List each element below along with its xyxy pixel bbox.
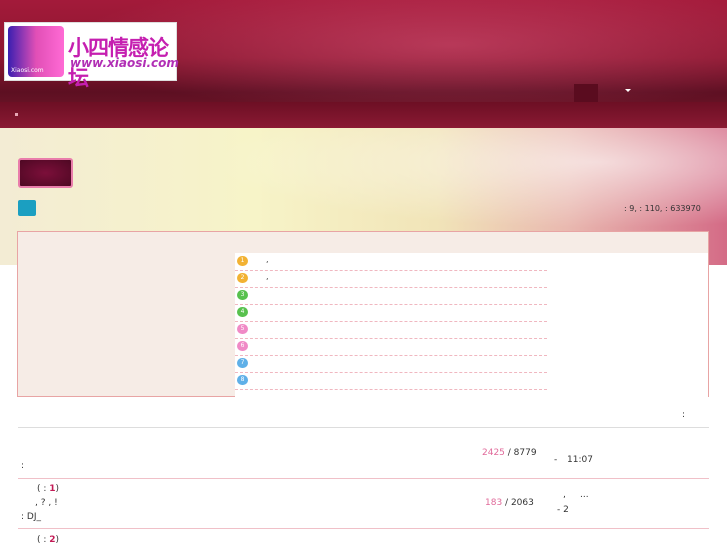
rank-badge-icon: 5 xyxy=(237,324,248,334)
last-post-time[interactable]: 11:07 xyxy=(567,455,593,465)
announcement-panel: 1 , 2 , 3 4 5 6 7 8 xyxy=(17,231,709,397)
forum-title-suffix: ) xyxy=(55,535,60,545)
rank-badge-icon: 7 xyxy=(237,358,248,368)
topic-title[interactable]: , xyxy=(266,255,269,264)
rank-badge-icon: 2 xyxy=(237,273,248,283)
forum-description: , ? , ! xyxy=(35,498,58,508)
forum-post-count: 183 / 2063 xyxy=(485,498,534,508)
last-post-time: - 2 xyxy=(557,505,569,515)
forum-title[interactable]: ( : 2) xyxy=(37,535,59,545)
list-item[interactable]: 1 , xyxy=(235,253,547,271)
nav-active-tab[interactable] xyxy=(574,84,598,102)
forum-home-button[interactable] xyxy=(18,158,73,188)
forum-moderator[interactable]: : DJ_ xyxy=(21,512,41,522)
list-item[interactable]: 3 xyxy=(235,287,547,305)
post-count: / 2063 xyxy=(502,498,534,508)
site-logo[interactable]: Xiaosi.com 小四情感论坛 www.xiaosi.com xyxy=(4,22,179,90)
section-header-colon: : xyxy=(682,410,686,420)
rank-badge-icon: 4 xyxy=(237,307,248,317)
nav-bar xyxy=(0,102,727,128)
forum-title-prefix: ( : xyxy=(37,484,50,494)
post-count: / 8779 xyxy=(504,448,537,458)
logo-small-text: Xiaosi.com xyxy=(11,67,44,74)
logo-faces-icon: Xiaosi.com xyxy=(8,26,64,77)
last-post-dash: - xyxy=(554,455,558,465)
divider xyxy=(18,478,709,479)
rank-badge-icon: 1 xyxy=(237,256,248,266)
forum-post-count: 2425 / 8779 xyxy=(482,448,537,458)
last-post-title[interactable]: ... xyxy=(580,490,589,500)
nav-dot-icon xyxy=(15,113,18,116)
info-icon[interactable] xyxy=(18,200,36,216)
topic-title[interactable]: , xyxy=(266,272,269,281)
list-item[interactable]: 4 xyxy=(235,304,547,322)
list-item[interactable]: 7 xyxy=(235,355,547,373)
divider xyxy=(18,427,709,428)
forum-stats: : 9, : 110, : 633970 xyxy=(624,204,701,213)
topic-count: 183 xyxy=(485,498,503,508)
forum-moderator: : xyxy=(21,461,25,471)
forum-title[interactable]: ( : 1) xyxy=(37,484,59,494)
rank-badge-icon: 3 xyxy=(237,290,248,300)
list-item[interactable]: 6 xyxy=(235,338,547,356)
chevron-down-icon[interactable] xyxy=(625,89,631,92)
logo-url: www.xiaosi.com xyxy=(70,56,179,70)
list-item[interactable]: 2 , xyxy=(235,270,547,288)
forum-title-suffix: ) xyxy=(55,484,60,494)
last-post-comma: , xyxy=(563,490,566,500)
topic-count: 2425 xyxy=(482,448,505,458)
list-item[interactable]: 5 xyxy=(235,321,547,339)
divider xyxy=(18,528,709,529)
rank-badge-icon: 8 xyxy=(237,375,248,385)
list-item[interactable]: 8 xyxy=(235,372,547,390)
forum-title-prefix: ( : xyxy=(37,535,50,545)
hot-topics-list: 1 , 2 , 3 4 5 6 7 8 xyxy=(235,253,708,397)
rank-badge-icon: 6 xyxy=(237,341,248,351)
